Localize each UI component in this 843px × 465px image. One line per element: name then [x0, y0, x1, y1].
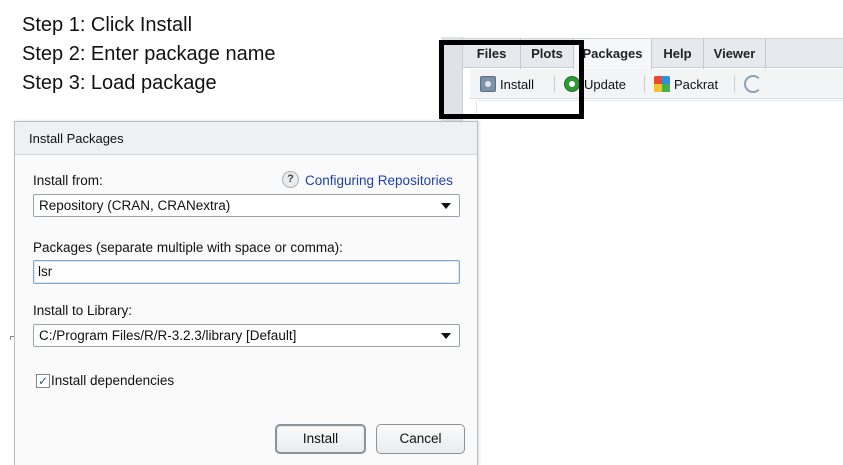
- library-select[interactable]: C:/Program Files/R/R-3.2.3/library [Defa…: [33, 324, 460, 347]
- instructions: Step 1: Click Install Step 2: Enter pack…: [22, 11, 276, 98]
- packrat-icon: [654, 76, 670, 92]
- chevron-down-icon: [441, 333, 451, 339]
- install-button[interactable]: Install: [275, 424, 366, 454]
- install-dependencies-checkbox[interactable]: ✓: [36, 374, 50, 388]
- install-to-library-label: Install to Library:: [33, 303, 133, 318]
- update-toolbar-label: Update: [584, 76, 626, 92]
- tab-help[interactable]: Help: [652, 39, 704, 69]
- chevron-down-icon: [441, 203, 451, 209]
- install-packages-dialog: Install Packages Install from: ? Configu…: [14, 121, 478, 465]
- packages-input[interactable]: lsr: [33, 260, 460, 284]
- toolbar-separator: [734, 76, 735, 92]
- tab-viewer[interactable]: Viewer: [704, 39, 766, 69]
- help-icon[interactable]: ?: [282, 171, 299, 188]
- toolbar-separator: [644, 76, 645, 92]
- install-highlight-box: [439, 40, 584, 119]
- step-1-text: Step 1: Click Install: [22, 14, 193, 36]
- packrat-toolbar-button[interactable]: Packrat: [654, 69, 718, 99]
- install-dependencies-label[interactable]: Install dependencies: [51, 373, 174, 388]
- step-2-text: Step 2: Enter package name: [22, 43, 276, 65]
- configuring-repositories-link[interactable]: Configuring Repositories: [305, 173, 453, 188]
- library-value: C:/Program Files/R/R-3.2.3/library [Defa…: [39, 328, 297, 343]
- step-3-text: Step 3: Load package: [22, 72, 217, 94]
- refresh-icon: [744, 75, 762, 93]
- cancel-button[interactable]: Cancel: [376, 424, 465, 454]
- refresh-toolbar-button[interactable]: [744, 69, 762, 99]
- install-from-select[interactable]: Repository (CRAN, CRANextra): [33, 194, 460, 217]
- install-from-value: Repository (CRAN, CRANextra): [39, 198, 231, 213]
- tab-packages[interactable]: Packages: [574, 39, 652, 70]
- install-from-label: Install from:: [33, 173, 103, 188]
- packages-label: Packages (separate multiple with space o…: [33, 240, 343, 255]
- dialog-title: Install Packages: [15, 122, 477, 155]
- packrat-toolbar-label: Packrat: [674, 76, 719, 92]
